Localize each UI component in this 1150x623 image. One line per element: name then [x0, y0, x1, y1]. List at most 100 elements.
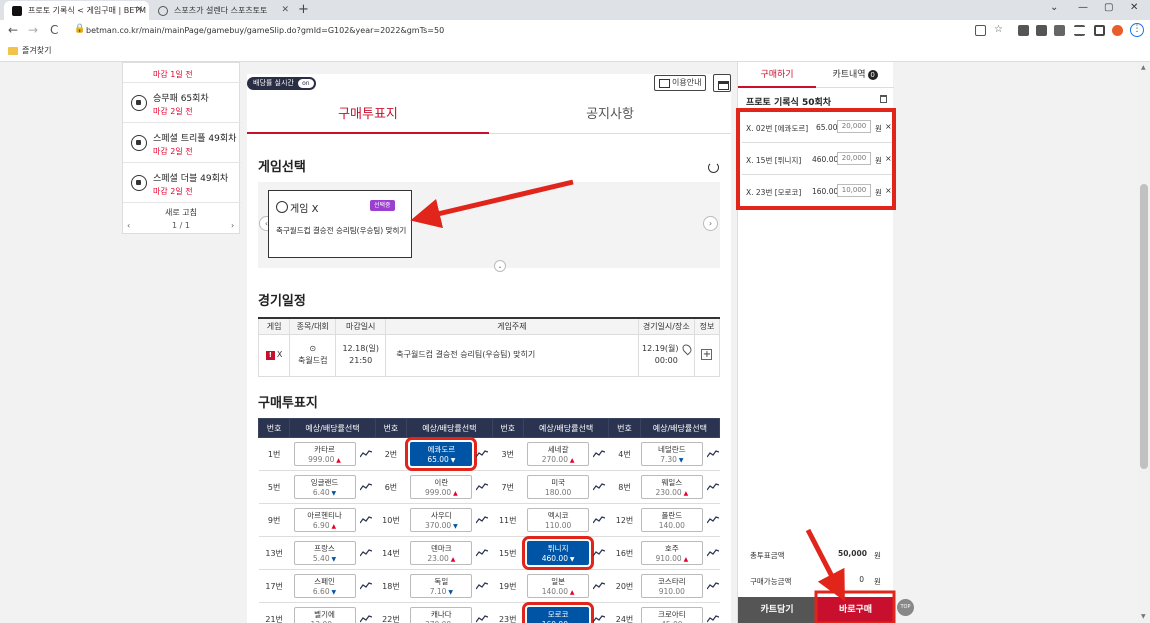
media-icon[interactable] [1074, 25, 1085, 36]
forward-icon[interactable]: → [28, 23, 38, 37]
game-list-item[interactable]: 마감 1일 전 [123, 62, 241, 83]
tab-cart-history[interactable]: 카트내역 0 [816, 62, 894, 88]
puzzle-icon[interactable] [1054, 25, 1065, 36]
odds-button[interactable]: 크로아티45.00 [640, 607, 703, 623]
odds-button[interactable]: 미국 180.00 [527, 475, 590, 499]
reload-icon[interactable]: C [50, 23, 58, 37]
remove-icon[interactable]: × [885, 154, 892, 163]
extension-icon[interactable] [1018, 25, 1029, 36]
menu-icon[interactable]: ⋮ [1130, 23, 1144, 37]
tab-buy[interactable]: 구매하기 [738, 62, 816, 88]
odds-button[interactable]: 스페인 6.60 ▼ [293, 574, 356, 598]
trend-chart-icon[interactable] [593, 549, 606, 557]
browser-tab-active[interactable]: 프로토 기록식 < 게임구매 | BETM ✕ [4, 1, 149, 20]
odds-button[interactable]: 카타르 999.00 ▲ [293, 442, 356, 466]
odds-button[interactable]: 사우디 370.00 ▼ [410, 508, 473, 532]
odds-button[interactable]: 캐나다370.00 ▲ [410, 607, 473, 623]
odds-button[interactable]: 프랑스 5.40 ▼ [293, 541, 356, 565]
odds-button[interactable]: 모로코160.00 ▼ [522, 602, 595, 623]
close-tab-icon[interactable]: ✕ [281, 1, 289, 20]
game-list-item[interactable]: 승무패 65회차 마감 2일 전 [123, 83, 241, 123]
amount-input[interactable]: 10,000 [837, 184, 871, 197]
trend-chart-icon[interactable] [359, 483, 372, 491]
minimize-icon[interactable]: — [1078, 2, 1088, 13]
print-icon[interactable] [713, 74, 731, 92]
trend-chart-icon[interactable] [359, 516, 372, 524]
trend-chart-icon[interactable] [706, 615, 719, 623]
trend-chart-icon[interactable] [593, 516, 606, 524]
guide-button[interactable]: 이용안내 [654, 75, 707, 91]
tab-notice[interactable]: 공지사항 [489, 96, 731, 134]
odds-button[interactable]: 코스타리 910.00 [640, 574, 703, 598]
trend-chart-icon[interactable] [476, 615, 489, 623]
expand-chevron-icon[interactable]: ⌄ [494, 260, 506, 272]
amount-input[interactable]: 20,000 [837, 152, 871, 165]
odds-button[interactable]: 덴마크 23.00 ▲ [410, 541, 473, 565]
odds-button[interactable]: 웨일스 230.00 ▲ [640, 475, 703, 499]
realtime-odds-toggle[interactable]: 배당률 실시간 on [247, 77, 316, 90]
pager-next-button[interactable]: › [231, 221, 234, 230]
maximize-icon[interactable]: ▢ [1104, 2, 1113, 13]
trash-icon[interactable] [880, 95, 887, 103]
trend-chart-icon[interactable] [593, 582, 606, 590]
plus-icon[interactable]: + [701, 349, 713, 360]
bookmark-folder[interactable]: 즐겨찾기 [8, 45, 51, 56]
odds-button[interactable]: 멕시코 110.00 [527, 508, 590, 532]
close-tab-icon[interactable]: ✕ [135, 1, 143, 20]
odds-button[interactable]: 벨기에13.00 ▲ [293, 607, 356, 623]
remove-icon[interactable]: × [885, 186, 892, 195]
game-list-item[interactable]: 스페셜 더블 49회차 마감 2일 전 [123, 163, 241, 203]
odds-button[interactable]: 아르헨티나 6.90 ▲ [293, 508, 356, 532]
close-window-icon[interactable]: ✕ [1130, 2, 1138, 13]
next-arrow-icon[interactable]: › [703, 216, 718, 231]
refresh-icon[interactable] [708, 162, 719, 173]
odds-button[interactable]: 네덜란드 7.30 ▼ [640, 442, 703, 466]
trend-chart-icon[interactable] [593, 483, 606, 491]
trend-chart-icon[interactable] [706, 450, 719, 458]
location-pin-icon[interactable] [680, 342, 693, 355]
trend-chart-icon[interactable] [476, 516, 489, 524]
trend-chart-icon[interactable] [359, 450, 372, 458]
odds-button[interactable]: 세네갈 270.00 ▲ [527, 442, 590, 466]
odds-button[interactable]: 에콰도르 65.00 ▼ [405, 437, 478, 471]
buy-now-button[interactable]: 바로구매 [817, 597, 894, 623]
scroll-thumb[interactable] [1140, 184, 1148, 469]
odds-button[interactable]: 튀니지 460.00 ▼ [522, 536, 595, 570]
odds-button[interactable]: 일본 140.00 ▲ [527, 574, 590, 598]
scroll-down-icon[interactable]: ▼ [1141, 613, 1146, 620]
odds-button[interactable]: 폴란드 140.00 [640, 508, 703, 532]
odds-button[interactable]: 독일 7.10 ▼ [410, 574, 473, 598]
extension-s-icon[interactable] [1036, 25, 1047, 36]
game-card[interactable]: 게임 X 선택중 축구월드컵 결승전 승리팀(우승팀) 맞히기 [268, 190, 412, 258]
trend-chart-icon[interactable] [706, 483, 719, 491]
trend-chart-icon[interactable] [359, 582, 372, 590]
share-icon[interactable] [975, 25, 986, 36]
game-list-item[interactable]: 스페셜 트리플 49회차 마감 2일 전 [123, 123, 241, 163]
trend-chart-icon[interactable] [476, 582, 489, 590]
trend-chart-icon[interactable] [476, 483, 489, 491]
trend-chart-icon[interactable] [706, 516, 719, 524]
odds-button[interactable]: 이란 999.00 ▲ [410, 475, 473, 499]
scroll-top-button[interactable]: TOP [897, 599, 914, 616]
bookmark-star-icon[interactable]: ☆ [994, 25, 1005, 36]
remove-icon[interactable]: × [885, 122, 892, 131]
profile-avatar-icon[interactable] [1112, 25, 1123, 36]
browser-tab[interactable]: 스포츠가 설렌다 스포츠토토 ✕ [150, 1, 295, 20]
trend-chart-icon[interactable] [706, 582, 719, 590]
trend-chart-icon[interactable] [706, 549, 719, 557]
trend-chart-icon[interactable] [593, 450, 606, 458]
back-icon[interactable]: ← [8, 23, 18, 37]
trend-chart-icon[interactable] [359, 615, 372, 623]
tab-search-icon[interactable]: ⌄ [1050, 2, 1058, 13]
page-scrollbar[interactable]: ▲ ▼ [1138, 62, 1150, 623]
tab-slip[interactable]: 구매투표지 [247, 96, 489, 134]
odds-button[interactable]: 호주 910.00 ▲ [640, 541, 703, 565]
toggle-switch[interactable]: on [297, 79, 314, 88]
amount-input[interactable]: 20,000 [837, 120, 871, 133]
trend-chart-icon[interactable] [476, 549, 489, 557]
scroll-up-icon[interactable]: ▲ [1141, 64, 1146, 71]
trend-chart-icon[interactable] [359, 549, 372, 557]
new-tab-button[interactable]: + [298, 2, 309, 17]
lock-icon[interactable]: 🔒 [74, 24, 85, 34]
trend-chart-icon[interactable] [593, 615, 606, 623]
